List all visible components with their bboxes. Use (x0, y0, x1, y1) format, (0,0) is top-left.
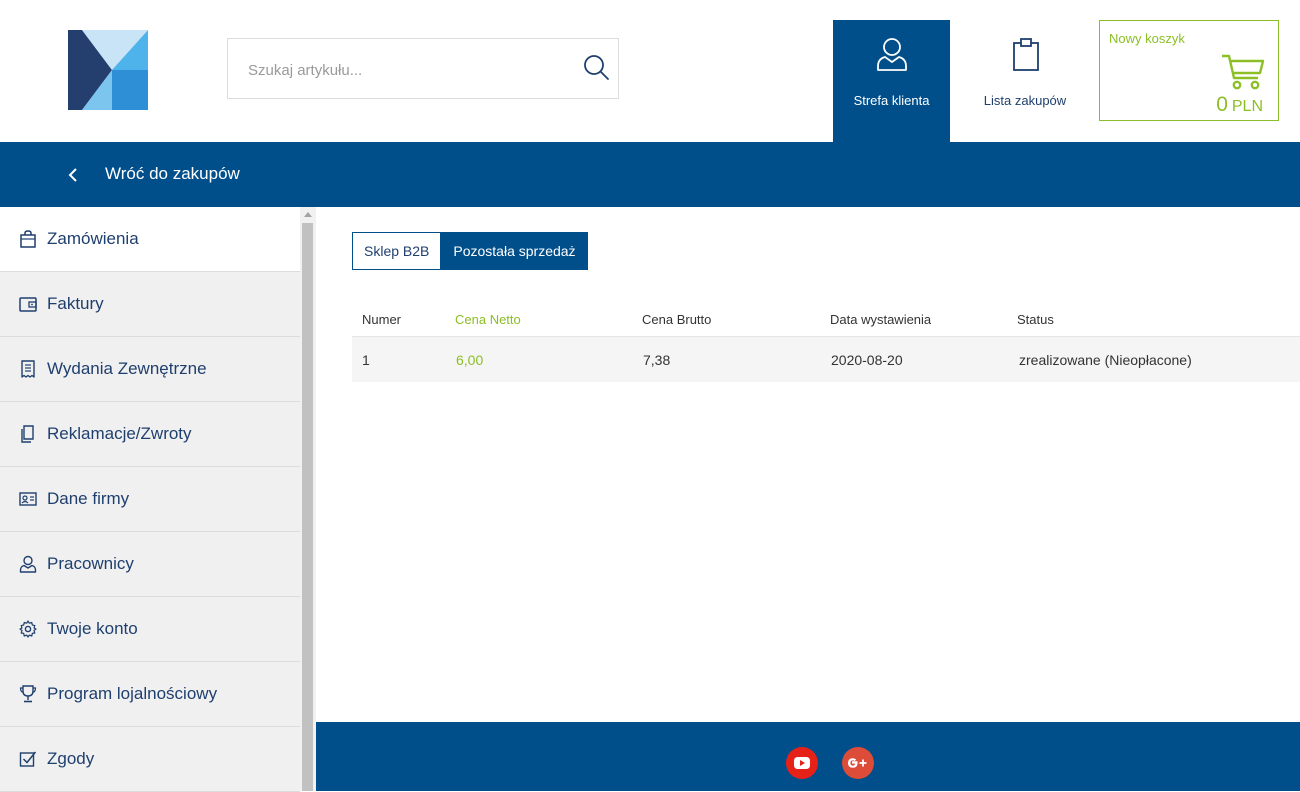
sidebar-item-invoices[interactable]: Faktury (0, 272, 300, 337)
sidebar-item-your-account[interactable]: Twoje konto (0, 597, 300, 662)
sidebar-item-label: Twoje konto (47, 619, 138, 638)
id-card-icon (19, 490, 37, 508)
column-header-issue-date[interactable]: Data wystawienia (830, 312, 931, 327)
sidebar-item-label: Pracownicy (47, 554, 134, 573)
cell-issue-date: 2020-08-20 (831, 352, 903, 368)
cell-number: 1 (362, 352, 370, 368)
header: Strefa klienta Lista zakupów Nowy koszyk… (0, 0, 1300, 142)
cell-net-price: 6,00 (456, 352, 484, 368)
user-icon (876, 37, 908, 71)
bag-icon (19, 230, 37, 248)
cart-currency: PLN (1231, 98, 1263, 115)
orders-table: Numer Cena Netto Cena Brutto Data wystaw… (352, 298, 1300, 382)
documents-icon (19, 425, 37, 443)
column-header-number[interactable]: Numer (362, 312, 401, 327)
cart-amount-value: 0 (1216, 93, 1228, 116)
cart-title: Nowy koszyk (1109, 31, 1185, 46)
wallet-icon (19, 295, 37, 313)
clipboard-icon (1012, 38, 1040, 72)
nav-customer-zone[interactable]: Strefa klienta (833, 20, 950, 142)
trophy-icon (19, 685, 37, 703)
scroll-up-arrow-icon[interactable] (304, 212, 312, 217)
nav-customer-zone-label: Strefa klienta (853, 93, 930, 108)
sidebar-item-external-releases[interactable]: Wydania Zewnętrzne (0, 337, 300, 402)
scrollbar-thumb[interactable] (302, 223, 313, 791)
cell-status: zrealizowane (Nieopłacone) (1019, 352, 1192, 368)
sidebar-item-label: Reklamacje/Zwroty (47, 424, 192, 443)
receipt-icon (19, 360, 37, 378)
sidebar-item-company-data[interactable]: Dane firmy (0, 467, 300, 532)
back-to-shopping-link[interactable]: Wróć do zakupów (105, 164, 240, 184)
sidebar-item-orders[interactable]: Zamówienia (0, 207, 300, 272)
sidebar-item-label: Dane firmy (47, 489, 130, 508)
column-header-gross-price[interactable]: Cena Brutto (642, 312, 711, 327)
column-header-status[interactable]: Status (1017, 312, 1054, 327)
cart-icon (1220, 53, 1266, 91)
sidebar-item-complaints-returns[interactable]: Reklamacje/Zwroty (0, 402, 300, 467)
logo[interactable] (68, 30, 148, 110)
sidebar-item-label: Zgody (47, 749, 95, 768)
sidebar-item-consents[interactable]: Zgody (0, 727, 300, 792)
google-plus-icon[interactable] (842, 747, 874, 779)
tab-b2b-store[interactable]: Sklep B2B (352, 232, 442, 270)
cart-amount: 0 PLN (1216, 93, 1263, 117)
search-icon[interactable] (583, 54, 611, 82)
sidebar-item-employees[interactable]: Pracownicy (0, 532, 300, 597)
sidebar-item-loyalty-program[interactable]: Program lojalnościowy (0, 662, 300, 727)
cell-gross-price: 7,38 (643, 352, 671, 368)
column-header-net-price[interactable]: Cena Netto (455, 312, 521, 327)
tab-other-sales[interactable]: Pozostała sprzedaż (441, 232, 588, 270)
sidebar-item-label: Faktury (47, 294, 104, 313)
chevron-left-icon[interactable] (66, 166, 80, 184)
cart-widget[interactable]: Nowy koszyk 0 PLN (1099, 20, 1279, 121)
nav-shopping-list-label: Lista zakupów (983, 93, 1067, 108)
nav-shopping-list[interactable]: Lista zakupów (955, 20, 1095, 142)
sidebar-item-label: Wydania Zewnętrzne (47, 359, 207, 378)
sidebar-scrollbar[interactable] (300, 207, 316, 791)
gear-icon (19, 620, 37, 638)
user-icon (19, 555, 37, 573)
table-header: Numer Cena Netto Cena Brutto Data wystaw… (352, 298, 1300, 337)
youtube-icon[interactable] (786, 747, 818, 779)
checkbox-icon (19, 750, 37, 768)
back-bar: Wróć do zakupów (0, 142, 1300, 207)
sidebar: Zamówienia Faktury Wydania Zewnętrzne Re… (0, 207, 300, 792)
footer (316, 722, 1300, 791)
sidebar-item-label: Program lojalnościowy (47, 684, 218, 703)
search-box (227, 38, 619, 99)
sales-tabs: Sklep B2B Pozostała sprzedaż (352, 232, 588, 270)
sidebar-item-label: Zamówienia (47, 229, 139, 248)
table-row[interactable]: 1 6,00 7,38 2020-08-20 zrealizowane (Nie… (352, 337, 1300, 382)
search-input[interactable] (248, 57, 568, 83)
